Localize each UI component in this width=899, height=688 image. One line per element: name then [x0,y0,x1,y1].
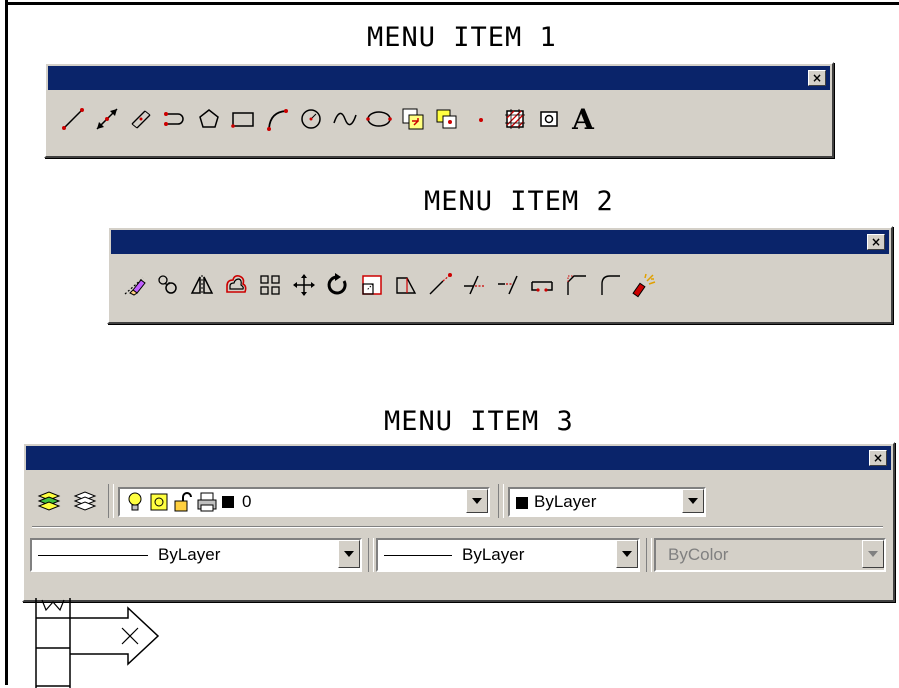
rectangle-icon[interactable] [226,102,260,136]
break-icon[interactable] [525,268,559,302]
hatch-icon[interactable] [498,102,532,136]
lineweight-dropdown[interactable]: ByLayer [376,538,640,572]
toolbar-separator [646,538,652,572]
linetype-sample [38,555,148,557]
layer-color-swatch [222,496,234,508]
linetype-dropdown-arrow[interactable] [338,540,360,568]
offset-icon[interactable] [219,268,253,302]
caption-menu-item-1: MENU ITEM 1 [367,22,557,53]
layers-toolbar-close-button[interactable]: × [869,450,887,466]
caption-menu-item-2: MENU ITEM 2 [424,186,614,217]
erase-icon[interactable] [117,268,151,302]
explode-icon[interactable] [627,268,661,302]
fillet-icon[interactable] [593,268,627,302]
modify-toolbar: × [107,226,893,324]
modify-toolbar-close-button[interactable]: × [867,234,885,250]
toolbar-separator [368,538,374,572]
make-current-layer-icon[interactable] [68,484,102,518]
polyline-icon[interactable] [158,102,192,136]
trim-icon[interactable] [457,268,491,302]
stretch-icon[interactable] [389,268,423,302]
scale-icon[interactable] [355,268,389,302]
lineweight-dropdown-arrow[interactable] [616,540,638,568]
caption-menu-item-3: MENU ITEM 3 [384,406,574,437]
lineweight-value-text: ByLayer [462,545,525,564]
color-dropdown[interactable]: ByLayer [508,487,706,517]
linetype-value-text: ByLayer [158,545,221,564]
mirror-icon[interactable] [185,268,219,302]
printer-icon[interactable] [196,491,218,513]
layers-toolbar-titlebar[interactable]: × [26,446,891,470]
drawing-fragment [35,598,160,688]
layer-name: 0 [242,492,252,511]
draw-toolbar-titlebar[interactable]: × [48,66,830,90]
color-value: ByLayer [516,492,596,512]
color-dropdown-arrow[interactable] [682,489,704,513]
drawing-area: MENU ITEM 1 MENU ITEM 2 MENU ITEM 3 × A [0,0,899,688]
chamfer-icon[interactable] [559,268,593,302]
lineweight-sample [384,555,452,557]
polygon-icon[interactable] [192,102,226,136]
color-swatch [516,496,528,509]
row-divider [32,526,883,528]
color-value-text: ByLayer [534,492,597,511]
toolbar-separator [108,484,114,518]
layer-state-icons: 0 [124,491,251,513]
left-border [5,0,8,685]
toolbar-separator [498,484,504,518]
make-block-icon[interactable] [430,102,464,136]
layer-dropdown-arrow[interactable] [466,489,488,513]
layer-dropdown[interactable]: 0 [118,487,490,517]
spline-icon[interactable] [328,102,362,136]
extend-icon[interactable] [491,268,525,302]
ellipse-icon[interactable] [362,102,396,136]
draw-toolbar-icons: A [56,102,600,136]
region-icon[interactable] [532,102,566,136]
layer-properties-icon[interactable] [32,484,66,518]
draw-toolbar: × A [44,62,834,158]
multiline-text-icon[interactable]: A [566,102,600,136]
linetype-dropdown[interactable]: ByLayer [30,538,362,572]
multiline-icon[interactable] [124,102,158,136]
plot-style-dropdown: ByColor [654,538,886,572]
line-icon[interactable] [56,102,90,136]
move-icon[interactable] [287,268,321,302]
construction-line-icon[interactable] [90,102,124,136]
layers-properties-toolbar: × 0 ByLayer ByLayer ByLayer ByColor [22,442,895,602]
circle-icon[interactable] [294,102,328,136]
rotate-icon[interactable] [321,268,355,302]
insert-block-icon[interactable] [396,102,430,136]
modify-toolbar-titlebar[interactable]: × [111,230,889,254]
draw-toolbar-close-button[interactable]: × [808,70,826,86]
array-icon[interactable] [253,268,287,302]
linetype-value: ByLayer [38,545,220,565]
lightbulb-icon[interactable] [124,491,146,513]
arc-icon[interactable] [260,102,294,136]
sun-icon[interactable] [148,491,170,513]
plot-style-dropdown-arrow [862,540,884,568]
top-border [5,2,899,5]
copy-icon[interactable] [151,268,185,302]
plot-style-value: ByColor [668,545,729,564]
point-icon[interactable] [464,102,498,136]
lengthen-icon[interactable] [423,268,457,302]
modify-toolbar-icons [117,268,661,302]
lineweight-value: ByLayer [384,545,524,565]
padlock-icon[interactable] [172,491,194,513]
